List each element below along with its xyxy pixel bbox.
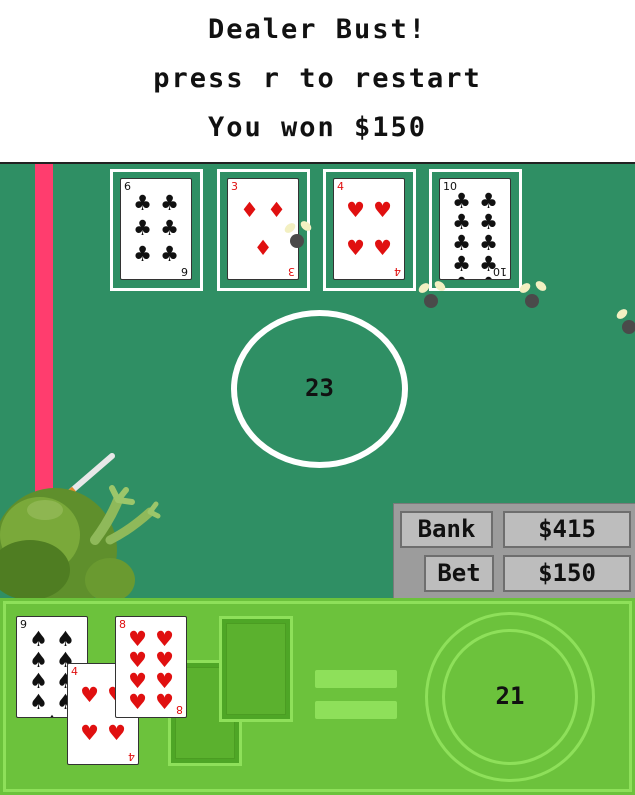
player-score: 21: [495, 682, 525, 710]
suit-pip-icon: ♣: [160, 216, 179, 241]
card-rank: 4: [394, 265, 401, 278]
player-score-ring-inner: 21: [442, 629, 578, 765]
suit-pip-icon: ♥: [107, 720, 126, 745]
suit-pip-icon: ♣: [479, 210, 498, 234]
suit-pip-icon: ♣: [160, 241, 179, 266]
suit-pip-icon: ♦: [267, 197, 286, 222]
card-rank: 4: [128, 750, 135, 763]
dealer-bust-message: Dealer Bust!: [207, 14, 428, 45]
suit-pip-icon: ♠: [29, 627, 48, 651]
suit-pip-icon: ♥: [346, 235, 365, 260]
suit-pip-icon: ♣: [452, 210, 471, 234]
dealer-card-10: 10♣♣♣♣♣♣♣♣♣♣10: [439, 178, 511, 280]
suit-pip-icon: ♥: [128, 648, 147, 672]
suit-pip-icon: ♥: [128, 627, 147, 651]
suit-pip-icon: ♣: [479, 189, 498, 213]
suit-pip-icon: ♥: [80, 720, 99, 745]
suit-pip-icon: ♥: [155, 627, 174, 651]
equals-bar-top: [315, 670, 397, 688]
suit-pip-icon: ♣: [133, 216, 152, 241]
suit-pip-icon: ♥: [373, 235, 392, 260]
suit-pip-icon: ♣: [451, 275, 473, 280]
card-rank: 10: [493, 265, 507, 278]
win-message: You won $150: [207, 112, 428, 143]
bet-value: $150: [503, 555, 631, 592]
bank-label: Bank: [400, 511, 493, 548]
suit-pip-icon: ♣: [133, 241, 152, 266]
card-rank: 8: [176, 703, 183, 716]
suit-pip-icon: ♣: [479, 231, 498, 255]
suit-pip-icon: ♣: [133, 191, 152, 216]
dealer-score-ring: 23: [231, 310, 408, 468]
empty-card-slot: [219, 616, 293, 722]
suit-pip-icon: ♥: [155, 648, 174, 672]
suit-pip-icon: ♣: [452, 189, 471, 213]
player-card-8: 8 ♥ ♥ ♥ ♥ ♥ ♥ ♥ ♥ 8: [115, 616, 187, 718]
suit-pip-icon: ♥: [346, 197, 365, 222]
restart-hint: press r to restart: [153, 63, 482, 94]
card-rank: 6: [181, 265, 188, 278]
message-area: Dealer Bust! press r to restart You won …: [0, 0, 635, 162]
suit-pip-icon: ♣: [160, 191, 179, 216]
suit-pip-icon: ♠: [56, 627, 75, 651]
suit-pip-icon: ♦: [253, 235, 273, 260]
dealer-score: 23: [305, 374, 334, 402]
equals-bar-bottom: [315, 701, 397, 719]
suit-pip-icon: ♠: [41, 713, 63, 718]
card-rank: 3: [288, 265, 295, 278]
suit-pip-icon: ♥: [80, 682, 99, 707]
dealer-card-4: 4 ♥ ♥ ♥ ♥ 4: [333, 178, 405, 280]
suit-pip-icon: ♥: [373, 197, 392, 222]
suit-pip-icon: ♥: [128, 669, 147, 693]
suit-pip-icon: ♣: [452, 252, 471, 276]
suit-pip-icon: ♥: [155, 669, 174, 693]
dealer-card-6: 6 ♣ ♣ ♣ ♣ ♣ ♣ 6: [120, 178, 192, 280]
suit-pip-icon: ♠: [29, 690, 48, 714]
suit-pip-icon: ♥: [128, 690, 147, 714]
suit-pip-icon: ♦: [240, 197, 259, 222]
suit-pip-icon: ♠: [29, 669, 48, 693]
frog-image: [0, 453, 161, 600]
suit-pip-icon: ♠: [29, 648, 48, 672]
bank-value: $415: [503, 511, 631, 548]
suit-pip-icon: ♣: [452, 231, 471, 255]
suit-pip-icon: ♥: [155, 690, 174, 714]
bet-label: Bet: [424, 555, 494, 592]
